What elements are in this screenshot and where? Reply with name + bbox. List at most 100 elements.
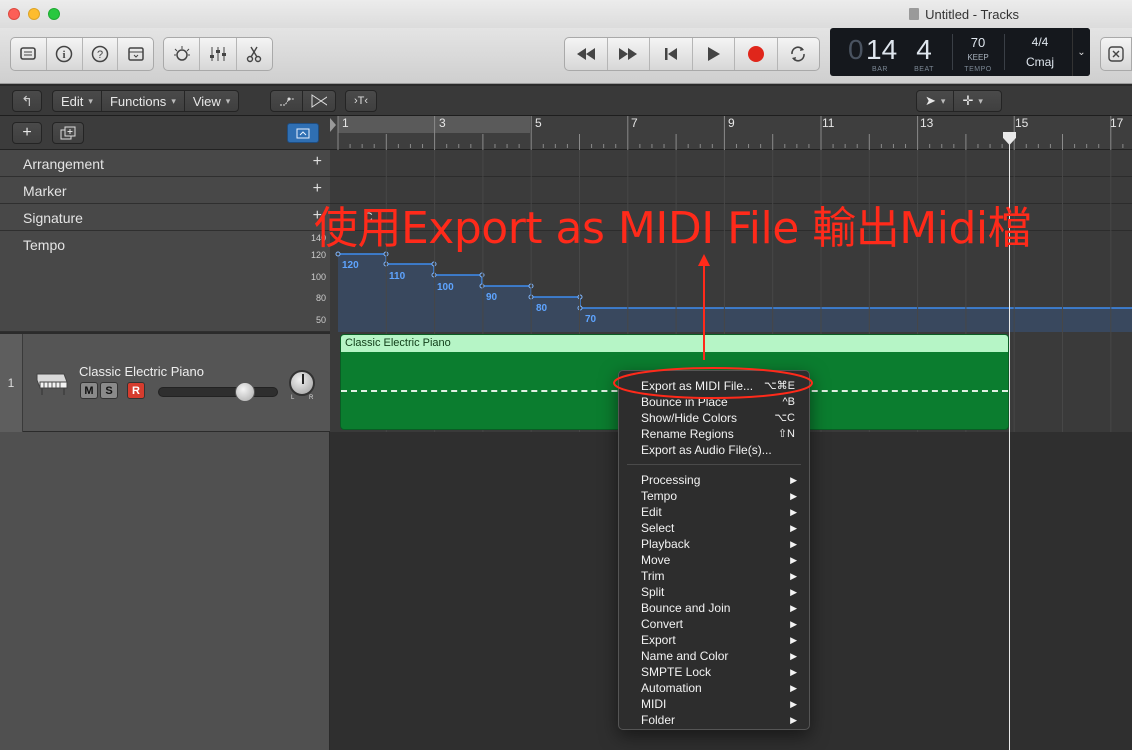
rewind-icon[interactable]	[565, 38, 608, 70]
svg-text:i: i	[63, 49, 66, 61]
chevron-down-icon: ▾	[88, 95, 93, 106]
lcd-display[interactable]: 0 14 BAR 4 BEAT 70 KEEP TEMPO 4/4 Cmaj	[830, 28, 1090, 76]
ruler-label: 13	[920, 116, 934, 130]
view-menu[interactable]: View ▾	[185, 91, 238, 111]
arrangement-lane[interactable]	[330, 150, 1132, 177]
catch-button[interactable]: ›T‹	[345, 90, 377, 112]
menu-item-label: Export	[641, 633, 676, 647]
close-panel-icon[interactable]	[1101, 38, 1131, 70]
pan-left-label: L	[291, 395, 295, 401]
play-icon[interactable]	[693, 38, 735, 70]
mute-button[interactable]: M	[80, 382, 98, 399]
marker-row[interactable]: Marker +	[0, 177, 330, 204]
empty-track-list	[0, 432, 330, 750]
editors-scissors-icon[interactable]	[237, 38, 272, 70]
library-icon[interactable]	[11, 38, 47, 70]
cycle-icon[interactable]	[778, 38, 820, 70]
pan-knob[interactable]	[289, 370, 315, 396]
menu-shortcut: ⌥⌘E	[763, 380, 795, 392]
menu-item-smpte-lock[interactable]: SMPTE Lock ▶	[641, 664, 799, 680]
functions-menu[interactable]: Functions ▾	[102, 91, 185, 111]
signature-row[interactable]: Signature +	[0, 204, 330, 231]
menu-item-export[interactable]: Export ▶	[641, 632, 799, 648]
tempo-row[interactable]: Tempo 140 120 100 80 50	[0, 231, 330, 332]
menu-item-label: Export as Audio File(s)...	[641, 443, 772, 457]
window-title: Untitled - Tracks	[925, 7, 1019, 22]
back-button[interactable]: ↰	[12, 90, 42, 112]
lcd-tempo-cell: 70 KEEP TEMPO	[954, 28, 1002, 76]
menu-item-label: Bounce and Join	[641, 601, 731, 615]
submenu-arrow-icon: ▶	[790, 619, 797, 629]
menu-item-trim[interactable]: Trim ▶	[641, 568, 799, 584]
arrangement-row[interactable]: Arrangement +	[0, 150, 330, 177]
volume-knob[interactable]	[235, 382, 255, 402]
fast-forward-icon[interactable]	[608, 38, 650, 70]
menu-item-name-and-color[interactable]: Name and Color ▶	[641, 648, 799, 664]
menu-item-export-audio[interactable]: Export as Audio File(s)...	[641, 442, 799, 458]
volume-slider[interactable]	[158, 382, 278, 402]
global-tracks-toggle[interactable]	[287, 123, 319, 143]
chevron-down-icon: ⌄	[1077, 46, 1086, 58]
pointer-tool-menu[interactable]: ➤ ▾	[917, 91, 955, 111]
menu-item-label: Trim	[641, 569, 665, 583]
document-icon	[909, 8, 920, 20]
record-icon[interactable]	[735, 38, 778, 70]
smart-controls-icon[interactable]	[164, 38, 201, 70]
toolbar-toggle-icon[interactable]	[118, 38, 153, 70]
tempo-point-label: 100	[437, 282, 454, 293]
tempo-axis-label: 50	[315, 315, 326, 325]
automation-icon[interactable]	[271, 91, 303, 111]
menu-item-show-hide-colors[interactable]: Show/Hide Colors ⌥C	[641, 410, 799, 426]
lcd-separator	[1004, 34, 1005, 70]
edit-menu[interactable]: Edit ▾	[53, 91, 102, 111]
menu-item-label: Processing	[641, 473, 701, 487]
menu-item-split[interactable]: Split ▶	[641, 584, 799, 600]
menu-item-automation[interactable]: Automation ▶	[641, 680, 799, 696]
menu-item-label: MIDI	[641, 697, 667, 711]
solo-button[interactable]: S	[100, 382, 118, 399]
add-track-button[interactable]: +	[12, 122, 42, 144]
tempo-point-label: 110	[389, 271, 406, 282]
menu-item-playback[interactable]: Playback ▶	[641, 536, 799, 552]
ruler-label: 15	[1015, 116, 1029, 130]
menu-item-convert[interactable]: Convert ▶	[641, 616, 799, 632]
lcd-tempo-mode: KEEP	[967, 53, 989, 62]
record-enable-button[interactable]: R	[127, 382, 145, 399]
tempo-point-label: 120	[342, 260, 359, 271]
menu-item-tempo[interactable]: Tempo ▶	[641, 488, 799, 504]
close-notes-button-wrap	[1100, 37, 1132, 71]
tempo-axis-label: 100	[310, 272, 326, 282]
quick-help-icon[interactable]: ?	[83, 38, 119, 70]
add-arrangement-icon[interactable]: +	[313, 153, 322, 171]
mixer-icon[interactable]	[200, 38, 237, 70]
menu-item-folder[interactable]: Folder ▶	[641, 712, 799, 728]
pan-right-label: R	[309, 395, 314, 401]
inspector-icon[interactable]: i	[47, 38, 83, 70]
lcd-menu-button[interactable]: ⌄	[1072, 28, 1090, 76]
track-name[interactable]: Classic Electric Piano	[79, 364, 204, 379]
ruler-label: 17	[1110, 116, 1124, 130]
menu-item-move[interactable]: Move ▶	[641, 552, 799, 568]
menu-item-bounce-in-place[interactable]: Bounce in Place ^B	[641, 394, 799, 410]
lcd-bar-cell: 0 14 BAR	[844, 28, 916, 76]
go-to-beginning-icon[interactable]	[650, 38, 693, 70]
menu-item-select[interactable]: Select ▶	[641, 520, 799, 536]
duplicate-track-button[interactable]	[52, 122, 84, 144]
chevron-down-icon: ▾	[978, 95, 983, 106]
track-header[interactable]: 1 Classic Electric Piano M S R L R	[0, 334, 330, 432]
local-menus: Edit ▾ Functions ▾ View ▾	[52, 90, 240, 112]
menu-item-processing[interactable]: Processing ▶	[641, 472, 799, 488]
region-context-menu: Export as MIDI File... ⌥⌘E Bounce in Plac…	[618, 370, 810, 730]
submenu-arrow-icon: ▶	[790, 523, 797, 533]
menu-item-rename-regions[interactable]: Rename Regions ⇧N	[641, 426, 799, 442]
menu-item-export-midi[interactable]: Export as MIDI File... ⌥⌘E	[641, 378, 799, 394]
flex-icon[interactable]	[303, 91, 335, 111]
menu-item-midi[interactable]: MIDI ▶	[641, 696, 799, 712]
lcd-beat: 4	[916, 34, 932, 65]
secondary-tool-menu[interactable]: ✛ ▾	[954, 91, 990, 111]
lcd-separator	[952, 34, 953, 70]
menu-item-label: Bounce in Place	[641, 395, 728, 409]
menu-item-edit[interactable]: Edit ▶	[641, 504, 799, 520]
menu-item-label: SMPTE Lock	[641, 665, 712, 679]
menu-item-bounce-and-join[interactable]: Bounce and Join ▶	[641, 600, 799, 616]
